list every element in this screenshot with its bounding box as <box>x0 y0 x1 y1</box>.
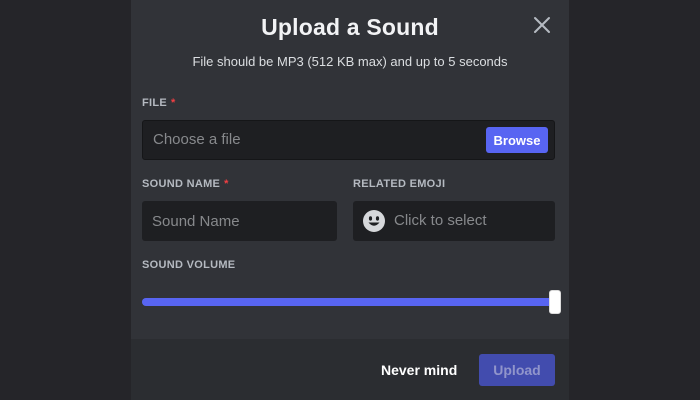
dialog-footer: Never mind Upload <box>131 339 569 400</box>
browse-button[interactable]: Browse <box>486 127 548 153</box>
dialog-subtitle: File should be MP3 (512 KB max) and up t… <box>192 54 508 69</box>
file-label: FILE * <box>142 97 176 109</box>
sound-name-label-text: SOUND NAME <box>142 178 221 190</box>
emoji-placeholder: Click to select <box>394 212 487 229</box>
sound-volume-label: SOUND VOLUME <box>142 259 236 271</box>
related-emoji-label: RELATED EMOJI <box>353 178 446 190</box>
volume-fill <box>142 298 555 306</box>
file-picker[interactable]: Choose a file Browse <box>142 120 555 160</box>
never-mind-button[interactable]: Never mind <box>381 355 457 385</box>
required-marker: * <box>171 97 176 109</box>
emoji-selector[interactable]: Click to select <box>353 201 555 241</box>
close-icon[interactable] <box>531 14 553 36</box>
file-label-text: FILE <box>142 97 168 109</box>
dialog-title: Upload a Sound <box>261 14 439 40</box>
upload-button[interactable]: Upload <box>479 354 555 386</box>
sound-name-field[interactable] <box>142 201 337 241</box>
upload-sound-dialog: Upload a Sound File should be MP3 (512 K… <box>131 0 569 400</box>
sound-name-label: SOUND NAME * <box>142 178 229 190</box>
required-marker: * <box>224 178 229 190</box>
sound-name-input[interactable] <box>142 201 337 241</box>
volume-slider[interactable] <box>142 290 561 314</box>
smiley-face-icon <box>362 209 386 233</box>
file-placeholder: Choose a file <box>153 131 241 148</box>
volume-slider-handle[interactable] <box>549 290 561 314</box>
